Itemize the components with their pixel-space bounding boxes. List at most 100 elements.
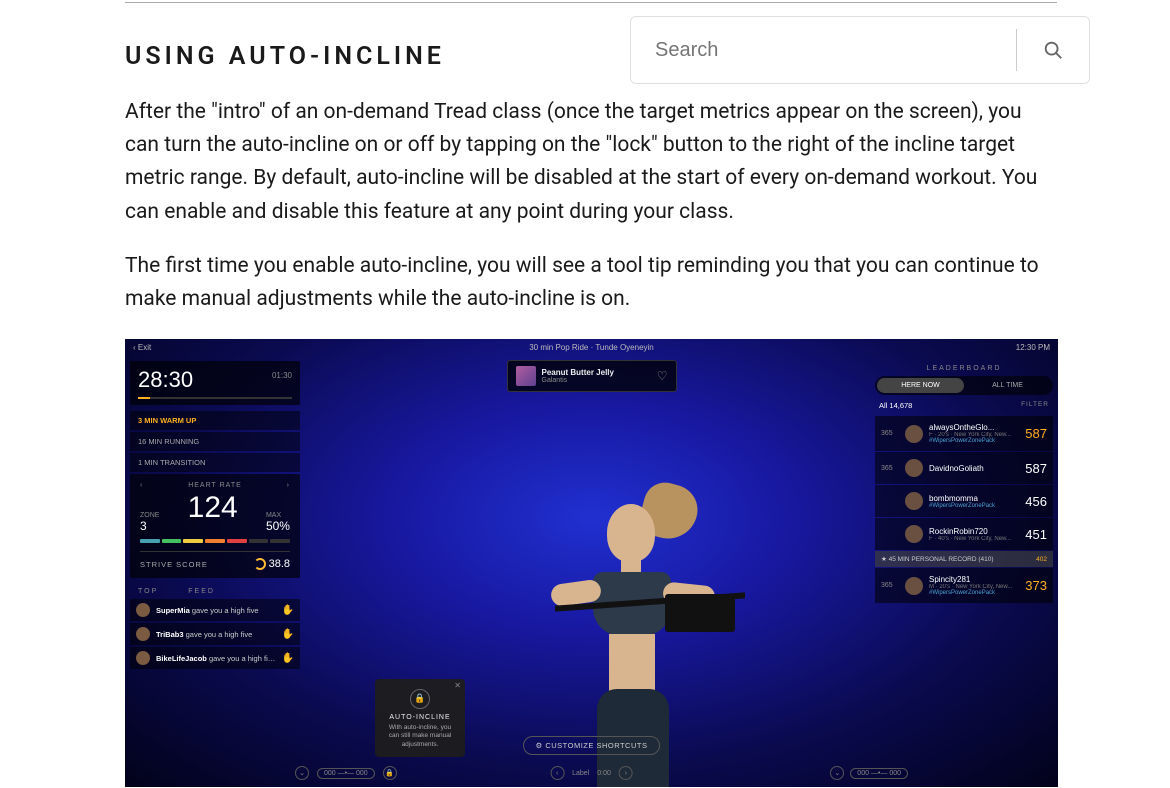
rank: 365 <box>881 430 899 437</box>
search-bar[interactable] <box>630 16 1090 84</box>
leaderboard-row[interactable]: 365alwaysOntheGlo...F · 20's · New York … <box>875 416 1053 451</box>
now-playing-card[interactable]: Peanut Butter Jelly Galantis ♡ <box>507 360 677 392</box>
user-tag: #WipersPowerZonePack <box>929 438 1019 444</box>
leaderboard-row[interactable]: bombmomma#WipersPowerZonePack456 <box>875 485 1053 517</box>
timer-progress <box>138 397 292 399</box>
high-five-icon[interactable]: ✋ <box>282 653 294 664</box>
avatar <box>905 577 923 595</box>
chevron-right-icon[interactable]: › <box>619 766 633 780</box>
tab-all-time[interactable]: ALL TIME <box>964 378 1051 393</box>
tooltip-body: With auto-incline, you can still make ma… <box>383 724 457 749</box>
timer-panel: 28:30 01:30 <box>130 361 300 405</box>
feed-tab-feed[interactable]: FEED <box>188 588 215 595</box>
class-title: 30 min Pop Ride · Tunde Oyeneyin <box>125 343 1058 352</box>
lock-icon: 🔒 <box>410 689 430 709</box>
chevron-down-icon[interactable]: ⌄ <box>295 766 309 780</box>
avatar <box>905 525 923 543</box>
feed-text: SuperMia gave you a high five <box>156 606 276 615</box>
timer-end: 01:30 <box>272 371 292 380</box>
high-five-icon[interactable]: ✋ <box>282 629 294 640</box>
score: 587 <box>1025 461 1047 476</box>
segment-item[interactable]: 16 MIN RUNNING <box>130 432 300 451</box>
zone-bar <box>270 539 290 543</box>
zone-label: ZONE <box>140 512 159 519</box>
album-art <box>516 366 536 386</box>
zone-bar <box>140 539 160 543</box>
center-time: 0:00 <box>597 770 611 777</box>
segment-list: 3 MIN WARM UP 16 MIN RUNNING 1 MIN TRANSIT… <box>130 411 300 472</box>
auto-incline-tooltip: ✕ 🔒 AUTO-INCLINE With auto-incline, you … <box>375 679 465 757</box>
leaderboard-tabs: HERE NOW ALL TIME <box>875 376 1053 395</box>
tab-here-now[interactable]: HERE NOW <box>877 378 964 393</box>
avatar <box>905 492 923 510</box>
lock-button[interactable]: 🔒 <box>383 766 397 780</box>
incline-range-pill[interactable]: 000 —•— 000 <box>317 768 375 779</box>
timer-value: 28:30 <box>138 367 292 393</box>
leaderboard-title: LEADERBOARD <box>875 361 1053 376</box>
username: RockinRobin720 <box>929 527 1019 536</box>
section-heading: USING AUTO-INCLINE <box>125 42 445 71</box>
username: DavidnoGoliath <box>929 464 1019 473</box>
strive-ring-icon <box>254 558 266 570</box>
heart-rate-value: 124 <box>188 491 238 525</box>
paragraph-2: The first time you enable auto-incline, … <box>125 250 1045 316</box>
feed-row[interactable]: SuperMia gave you a high five ✋ <box>130 599 300 621</box>
leaderboard-rows: 365alwaysOntheGlo...F · 20's · New York … <box>875 416 1053 550</box>
heart-icon[interactable]: ♡ <box>657 369 668 383</box>
username: Spincity281 <box>929 575 1019 584</box>
avatar <box>136 627 150 641</box>
close-icon[interactable]: ✕ <box>454 681 461 690</box>
leaderboard-count: All 14,678 <box>879 401 912 410</box>
strive-value: 38.8 <box>269 558 290 570</box>
leaderboard-panel: LEADERBOARD HERE NOW ALL TIME All 14,678… <box>875 361 1053 604</box>
treadmill-console <box>665 594 735 632</box>
segment-item[interactable]: 1 MIN TRANSITION <box>130 453 300 472</box>
user-tag: #WipersPowerZonePack <box>929 503 1019 509</box>
rank: 365 <box>881 465 899 472</box>
high-five-icon[interactable]: ✋ <box>282 605 294 616</box>
zone-bar <box>162 539 182 543</box>
zone-bar <box>249 539 269 543</box>
customize-shortcuts-button[interactable]: ⚙ CUSTOMIZE SHORTCUTS <box>523 736 661 755</box>
feed-row[interactable]: BikeLifeJacob gave you a high five ✋ <box>130 647 300 669</box>
tooltip-title: AUTO-INCLINE <box>383 714 457 721</box>
left-metrics-column: 28:30 01:30 3 MIN WARM UP 16 MIN RUNNING 1… <box>130 361 300 671</box>
strive-label: STRIVE SCORE <box>140 560 208 569</box>
bottom-control-bar: ⌄ 000 —•— 000 🔒 ‹ Label 0:00 › ⌄ 000 —•—… <box>125 763 1058 783</box>
speed-range-pill[interactable]: 000 —•— 000 <box>850 768 908 779</box>
zone-value: 3 <box>140 519 159 533</box>
feed-text: BikeLifeJacob gave you a high five <box>156 654 276 663</box>
leaderboard-row[interactable]: 365 Spincity281 M · 20's · New York City… <box>875 568 1053 603</box>
zone-bar <box>227 539 247 543</box>
user-tag: #WipersPowerZonePack <box>929 590 1019 596</box>
feed-tab-top[interactable]: TOP <box>138 588 158 595</box>
feed-text: TriBab3 gave you a high five <box>156 630 276 639</box>
avatar <box>136 651 150 665</box>
score: 451 <box>1025 527 1047 542</box>
status-bar: ‹ Exit 30 min Pop Ride · Tunde Oyeneyin … <box>125 339 1058 355</box>
username: bombmomma <box>929 494 1019 503</box>
chevron-down-icon[interactable]: ⌄ <box>830 766 844 780</box>
feed-header: TOP FEED <box>130 584 300 599</box>
divider <box>125 2 1057 3</box>
leaderboard-row[interactable]: RockinRobin720F · 40's · New York City, … <box>875 518 1053 550</box>
feed-row[interactable]: TriBab3 gave you a high five ✋ <box>130 623 300 645</box>
pr-label: ★ 45 MIN PERSONAL RECORD (410) <box>881 555 994 563</box>
segment-item[interactable]: 3 MIN WARM UP <box>130 411 300 430</box>
max-label: MAX <box>266 512 290 519</box>
center-label: Label <box>572 770 589 777</box>
avatar <box>905 459 923 477</box>
search-button[interactable] <box>1017 39 1089 61</box>
avatar <box>905 425 923 443</box>
song-title: Peanut Butter Jelly <box>542 368 651 377</box>
score: 373 <box>1025 578 1047 593</box>
search-icon <box>1042 39 1064 61</box>
search-input[interactable] <box>631 39 1016 62</box>
filter-button[interactable]: FILTER <box>1021 401 1049 410</box>
leaderboard-row[interactable]: 365 DavidnoGoliath 587 <box>875 452 1053 484</box>
zone-bar <box>205 539 225 543</box>
chevron-left-icon[interactable]: ‹ <box>550 766 564 780</box>
score: 587 <box>1025 426 1047 441</box>
zone-bar <box>183 539 203 543</box>
pr-score: 402 <box>1036 556 1047 563</box>
